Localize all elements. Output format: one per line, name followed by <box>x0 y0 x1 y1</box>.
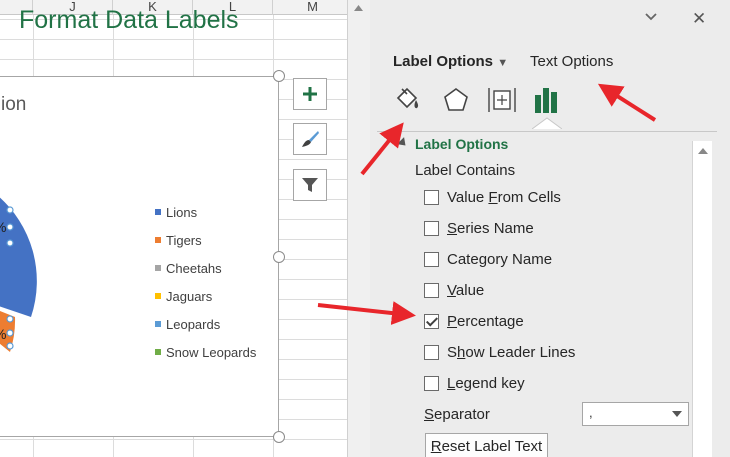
reset-label-text-button[interactable]: Reset Label Text <box>425 433 548 457</box>
checkbox-value-from-cells[interactable]: Value From Cells <box>424 189 561 206</box>
legend-swatch <box>155 209 161 215</box>
resize-handle-bottom-right[interactable] <box>273 431 285 443</box>
dropdown-arrow-icon[interactable]: ▼ <box>497 57 508 69</box>
spreadsheet-area: J K L M ion % % Lions Tigers Cheetahs Ja… <box>0 0 347 457</box>
checkbox-legend-key[interactable]: Legend key <box>424 375 525 392</box>
size-properties-icon[interactable] <box>486 84 518 116</box>
legend-swatch <box>155 321 161 327</box>
checkbox-percentage[interactable]: Percentage <box>424 313 524 330</box>
sheet-vertical-scrollbar[interactable] <box>347 0 370 457</box>
resize-handle-right[interactable] <box>273 251 285 263</box>
chart-styles-button[interactable] <box>293 123 327 155</box>
checkbox-box[interactable] <box>424 252 439 267</box>
chart-legend[interactable]: Lions Tigers Cheetahs Jaguars Leopards S… <box>155 198 256 366</box>
plus-icon <box>303 87 317 101</box>
legend-swatch <box>155 293 161 299</box>
checkbox-label: Category Name <box>447 251 553 268</box>
tab-text-options[interactable]: Text Options <box>530 53 613 70</box>
checkbox-box-checked[interactable] <box>424 314 439 329</box>
legend-item[interactable]: Cheetahs <box>155 254 256 282</box>
pie-chart[interactable]: ion % % Lions Tigers Cheetahs Jaguars Le… <box>0 76 279 437</box>
legend-item[interactable]: Leopards <box>155 310 256 338</box>
filter-icon <box>302 178 318 192</box>
section-header-text: Label Options <box>415 136 509 152</box>
pane-options-chevron-icon[interactable] <box>645 12 657 22</box>
scroll-up-arrow-icon[interactable] <box>352 2 365 14</box>
pane-title: Format Data Labels <box>19 6 239 34</box>
data-label-lions[interactable]: % <box>0 219 6 235</box>
scroll-up-arrow-icon[interactable] <box>697 145 709 157</box>
legend-swatch <box>155 265 161 271</box>
checkbox-value[interactable]: Value <box>424 282 484 299</box>
legend-label: Cheetahs <box>166 260 222 276</box>
chart-elements-button[interactable] <box>293 78 327 110</box>
legend-item[interactable]: Snow Leopards <box>155 338 256 366</box>
chevron-down-icon[interactable] <box>672 411 682 417</box>
checkbox-box[interactable] <box>424 221 439 236</box>
legend-label: Tigers <box>166 232 202 248</box>
checkbox-box[interactable] <box>424 376 439 391</box>
checkbox-box[interactable] <box>424 345 439 360</box>
checkbox-box[interactable] <box>424 190 439 205</box>
legend-swatch <box>155 349 161 355</box>
tab-label-options-text: Label Options <box>393 53 494 70</box>
checkbox-label: Legend key <box>447 375 525 392</box>
close-pane-icon[interactable]: ✕ <box>692 9 706 29</box>
legend-item[interactable]: Jaguars <box>155 282 256 310</box>
checkbox-show-leader-lines[interactable]: Show Leader Lines <box>424 344 575 361</box>
legend-swatch <box>155 237 161 243</box>
column-header-m[interactable]: M <box>273 0 347 15</box>
tab-label-options[interactable]: Label Options ▼ <box>393 53 508 70</box>
legend-item[interactable]: Lions <box>155 198 256 226</box>
checkbox-label: Show Leader Lines <box>447 344 576 361</box>
pie-slice-lions[interactable] <box>0 195 37 317</box>
legend-label: Jaguars <box>166 288 213 304</box>
data-label-tigers[interactable]: % <box>0 326 6 342</box>
legend-item[interactable]: Tigers <box>155 226 256 254</box>
checkbox-label: Percentage <box>447 313 524 330</box>
paintbrush-icon <box>302 131 319 147</box>
checkbox-category-name[interactable]: Category Name <box>424 251 552 268</box>
separator-value: , <box>589 405 593 420</box>
checkbox-series-name[interactable]: Series Name <box>424 220 534 237</box>
fill-line-icon[interactable] <box>392 84 424 116</box>
label-options-chart-icon[interactable] <box>531 84 563 116</box>
chart-filters-button[interactable] <box>293 169 327 201</box>
pane-vertical-scrollbar[interactable] <box>692 141 712 457</box>
collapse-triangle-icon[interactable] <box>396 136 410 149</box>
legend-label: Leopards <box>166 316 221 332</box>
active-tab-indicator <box>532 117 562 129</box>
effects-pentagon-icon[interactable] <box>440 84 472 116</box>
legend-label: Lions <box>166 204 198 220</box>
separator-label: Separator <box>424 406 490 423</box>
checkbox-label: Value <box>447 282 485 299</box>
checkbox-label: Series Name <box>447 220 534 237</box>
checkbox-box[interactable] <box>424 283 439 298</box>
separator-dropdown[interactable]: , <box>582 402 689 426</box>
resize-handle-top-right[interactable] <box>273 70 285 82</box>
label-contains-heading: Label Contains <box>415 162 516 179</box>
section-header-label-options[interactable]: Label Options <box>396 136 509 152</box>
checkbox-label: Value From Cells <box>447 189 561 206</box>
legend-label: Snow Leopards <box>166 344 257 360</box>
